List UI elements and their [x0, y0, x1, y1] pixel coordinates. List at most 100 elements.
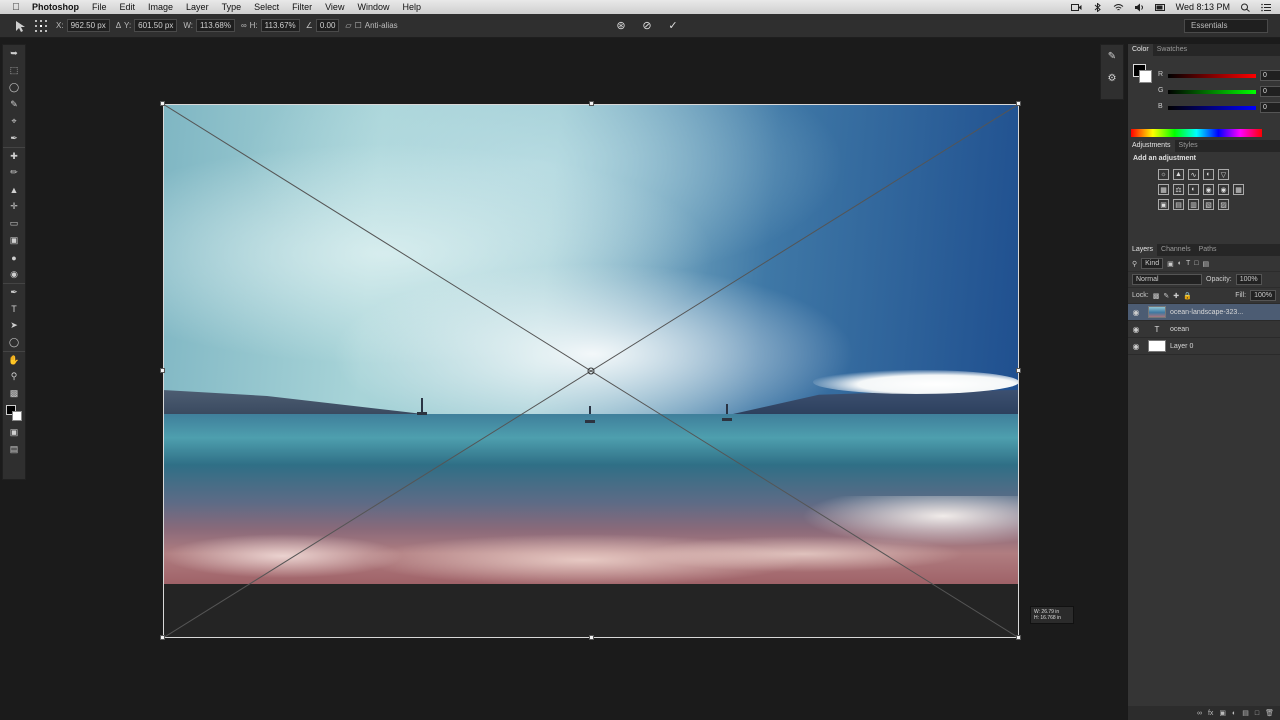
default-colors-icon[interactable]: ▩: [3, 385, 25, 402]
menu-view[interactable]: View: [325, 2, 344, 12]
new-adjustment-icon[interactable]: ◐: [1232, 710, 1236, 717]
layer-row[interactable]: ◉ ocean-landscape-323...: [1128, 304, 1280, 321]
posterize-icon[interactable]: ▤: [1173, 199, 1184, 210]
shape-tool-icon[interactable]: ◯: [3, 334, 25, 351]
photo-filter-icon[interactable]: ◉: [1203, 184, 1214, 195]
blur-tool-icon[interactable]: ●: [3, 249, 25, 266]
transform-handle-bottom-right[interactable]: [1016, 635, 1021, 640]
free-transform-box[interactable]: [163, 104, 1019, 638]
filter-pixel-icon[interactable]: ▣: [1167, 260, 1174, 268]
gradient-tool-icon[interactable]: ▣: [3, 232, 25, 249]
reference-point-icon[interactable]: [34, 19, 48, 33]
eyedropper-tool-icon[interactable]: ✒: [3, 130, 25, 147]
black-white-icon[interactable]: ◐: [1188, 184, 1199, 195]
green-slider[interactable]: [1168, 90, 1256, 94]
transform-handle-bottom-left[interactable]: [160, 635, 165, 640]
brush-tool-icon[interactable]: ✏: [3, 164, 25, 181]
menu-help[interactable]: Help: [402, 2, 421, 12]
zoom-tool-icon[interactable]: ⚲: [3, 368, 25, 385]
menu-photoshop[interactable]: Photoshop: [32, 2, 79, 12]
delete-layer-icon[interactable]: 🗑: [1265, 709, 1274, 717]
y-position-field[interactable]: 601.50 px: [134, 19, 178, 32]
apple-icon[interactable]: : [10, 2, 22, 13]
lock-image-icon[interactable]: ✎: [1163, 292, 1169, 300]
channel-mixer-icon[interactable]: ◉: [1218, 184, 1229, 195]
move-tool-preset-icon[interactable]: [14, 19, 28, 33]
selective-color-icon[interactable]: ▨: [1218, 199, 1229, 210]
move-tool-icon[interactable]: ➥: [3, 45, 25, 62]
lasso-tool-icon[interactable]: ◯: [3, 79, 25, 96]
color-spectrum-bar[interactable]: [1131, 129, 1262, 137]
visibility-eye-icon[interactable]: ◉: [1128, 325, 1144, 334]
color-panel-background-swatch[interactable]: [1139, 70, 1152, 83]
menu-window[interactable]: Window: [357, 2, 389, 12]
background-color-swatch[interactable]: [12, 411, 22, 421]
quick-mask-icon[interactable]: ▣: [3, 424, 25, 441]
color-lookup-icon[interactable]: ▦: [1233, 184, 1244, 195]
facetime-icon[interactable]: [1070, 3, 1082, 12]
history-brush-tool-icon[interactable]: ✛: [3, 198, 25, 215]
transform-handle-top-right[interactable]: [1016, 101, 1021, 106]
visibility-eye-icon[interactable]: ◉: [1128, 308, 1144, 317]
clock[interactable]: Wed 8:13 PM: [1176, 2, 1230, 12]
healing-brush-tool-icon[interactable]: ✚: [3, 147, 25, 164]
path-selection-tool-icon[interactable]: ➤: [3, 317, 25, 334]
width-percent-field[interactable]: 113.68%: [195, 19, 235, 32]
lock-transparent-icon[interactable]: ▩: [1153, 292, 1160, 300]
filter-type-icon[interactable]: T: [1186, 260, 1190, 267]
type-tool-icon[interactable]: T: [3, 300, 25, 317]
menu-type[interactable]: Type: [222, 2, 242, 12]
marquee-tool-icon[interactable]: ⬚: [3, 62, 25, 79]
transform-handle-top[interactable]: [589, 101, 594, 106]
new-layer-icon[interactable]: □: [1255, 710, 1259, 717]
layer-name[interactable]: Layer 0: [1170, 343, 1193, 350]
tab-paths[interactable]: Paths: [1195, 244, 1221, 256]
red-value-field[interactable]: 0: [1260, 70, 1280, 81]
green-value-field[interactable]: 0: [1260, 86, 1280, 97]
blue-value-field[interactable]: 0: [1260, 102, 1280, 113]
hand-tool-icon[interactable]: ✋: [3, 351, 25, 368]
red-slider[interactable]: [1168, 74, 1256, 78]
levels-icon[interactable]: ▲: [1173, 169, 1184, 180]
fill-field[interactable]: 100%: [1250, 290, 1276, 301]
tab-color[interactable]: Color: [1128, 44, 1153, 56]
lock-all-icon[interactable]: 🔒: [1183, 292, 1192, 300]
menu-layer[interactable]: Layer: [186, 2, 209, 12]
height-percent-field[interactable]: 113.67%: [260, 19, 300, 32]
document-canvas[interactable]: [160, 101, 1021, 640]
notification-center-icon[interactable]: [1261, 3, 1272, 12]
layer-style-icon[interactable]: fx: [1208, 710, 1213, 717]
transform-handle-left[interactable]: [160, 368, 165, 373]
hue-saturation-icon[interactable]: ▦: [1158, 184, 1169, 195]
quick-select-tool-icon[interactable]: ✎: [3, 96, 25, 113]
exposure-icon[interactable]: ◐: [1203, 169, 1214, 180]
menu-filter[interactable]: Filter: [292, 2, 312, 12]
dodge-tool-icon[interactable]: ◉: [3, 266, 25, 283]
battery-icon[interactable]: [1154, 3, 1166, 12]
wifi-icon[interactable]: [1113, 3, 1124, 12]
volume-icon[interactable]: [1134, 3, 1145, 12]
layer-kind-filter[interactable]: Kind: [1141, 258, 1164, 269]
curves-icon[interactable]: ∿: [1188, 169, 1199, 180]
history-panel-icon[interactable]: ✎: [1101, 45, 1123, 67]
workspace-switcher[interactable]: Essentials: [1184, 19, 1268, 33]
menu-edit[interactable]: Edit: [120, 2, 136, 12]
lock-position-icon[interactable]: ✚: [1173, 292, 1179, 300]
menu-select[interactable]: Select: [254, 2, 279, 12]
vibrance-icon[interactable]: ▽: [1218, 169, 1229, 180]
filter-shape-icon[interactable]: □: [1194, 260, 1198, 267]
invert-icon[interactable]: ▣: [1158, 199, 1169, 210]
visibility-eye-icon[interactable]: ◉: [1128, 342, 1144, 351]
brightness-contrast-icon[interactable]: ☼: [1158, 169, 1169, 180]
blue-slider[interactable]: [1168, 106, 1256, 110]
properties-panel-icon[interactable]: ⚙: [1101, 67, 1123, 89]
bluetooth-icon[interactable]: [1092, 2, 1103, 12]
link-icon[interactable]: ∞: [241, 21, 247, 30]
layer-row[interactable]: ◉ Layer 0: [1128, 338, 1280, 355]
crop-tool-icon[interactable]: ⌖: [3, 113, 25, 130]
color-balance-icon[interactable]: ⚖: [1173, 184, 1184, 195]
warp-mode-icon[interactable]: ⊛: [614, 19, 628, 33]
filter-adjustment-icon[interactable]: ◐: [1178, 260, 1182, 267]
transform-handle-right[interactable]: [1016, 368, 1021, 373]
rotation-angle-field[interactable]: 0.00: [315, 19, 340, 32]
